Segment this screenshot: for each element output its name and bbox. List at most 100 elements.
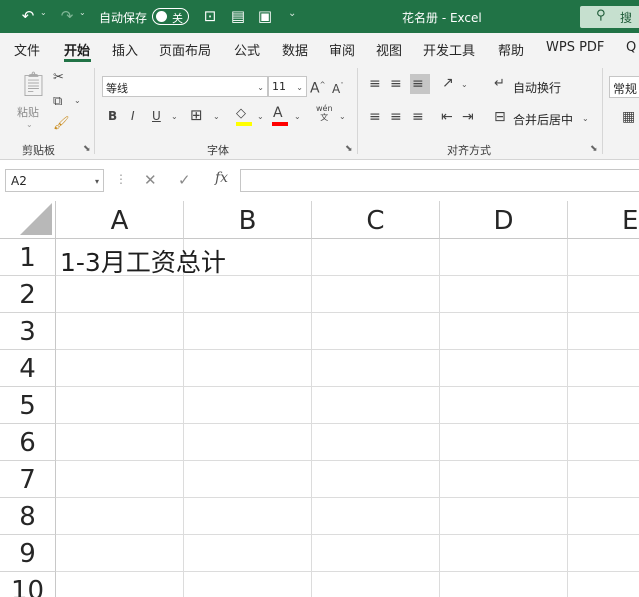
paste-label[interactable]: 粘贴 bbox=[17, 104, 39, 120]
cell-a1[interactable]: 1-3月工资总计 bbox=[60, 243, 226, 279]
align-middle-icon[interactable]: ≡ bbox=[390, 76, 402, 92]
alignment-launcher-icon[interactable]: ⬊ bbox=[590, 144, 598, 154]
font-size-combo[interactable]: 11 ⌄ bbox=[268, 76, 307, 97]
paste-icon[interactable]: 📋︎ bbox=[18, 70, 48, 98]
italic-button[interactable]: I bbox=[131, 108, 135, 124]
gridline bbox=[439, 239, 440, 597]
phonetic-dropdown-icon[interactable]: ⌄ bbox=[339, 112, 346, 121]
tab-file[interactable]: 文件 bbox=[14, 40, 40, 59]
increase-font-icon[interactable]: A^ bbox=[310, 77, 325, 97]
autosave-toggle[interactable]: 关 bbox=[152, 8, 189, 25]
fill-color-icon[interactable]: ◇ bbox=[236, 106, 246, 122]
decrease-indent-icon[interactable]: ⇤ bbox=[441, 109, 453, 125]
merge-dropdown-icon[interactable]: ⌄ bbox=[582, 114, 589, 123]
column-header-e[interactable]: E bbox=[568, 201, 639, 239]
column-header-a[interactable]: A bbox=[56, 201, 184, 239]
phonetic-text: wén bbox=[316, 104, 333, 113]
row-header-1[interactable]: 1 bbox=[0, 239, 56, 276]
currency-icon[interactable]: ▦ bbox=[622, 109, 635, 125]
row-header-7[interactable]: 7 bbox=[0, 461, 56, 498]
formula-bar: A2 ▾ ⋮ ✕ ✓ fx bbox=[0, 160, 639, 201]
cut-icon[interactable]: ✂ bbox=[53, 70, 64, 86]
autosave-state: 关 bbox=[172, 12, 183, 25]
redo-icon[interactable]: ↷ bbox=[57, 6, 77, 26]
wrap-text-icon[interactable]: ↵ bbox=[494, 76, 505, 92]
bold-button[interactable]: B bbox=[108, 108, 117, 124]
underline-dropdown-icon[interactable]: ⌄ bbox=[171, 112, 178, 121]
number-format-combo[interactable]: 常规 bbox=[609, 76, 639, 98]
tab-more[interactable]: Q bbox=[626, 40, 636, 55]
chevron-down-icon: ⌄ bbox=[257, 83, 264, 92]
fill-color-dropdown-icon[interactable]: ⌄ bbox=[257, 112, 264, 121]
number-format-value: 常规 bbox=[613, 82, 638, 96]
redo-dropdown-icon[interactable]: ⌄ bbox=[79, 8, 86, 17]
merge-center-icon[interactable]: ⊟ bbox=[494, 109, 506, 125]
enter-icon[interactable]: ✓ bbox=[178, 171, 191, 189]
group-separator bbox=[602, 68, 603, 154]
fill-color-swatch bbox=[236, 122, 252, 126]
formula-bar-grip-icon[interactable]: ⋮ bbox=[115, 172, 127, 186]
paste-dropdown-icon[interactable]: ⌄ bbox=[26, 120, 33, 129]
group-separator bbox=[357, 68, 358, 154]
save-icon[interactable]: ▣ bbox=[255, 6, 275, 26]
row-header-10[interactable]: 10 bbox=[0, 572, 56, 597]
tab-data[interactable]: 数据 bbox=[282, 40, 308, 59]
align-top-icon[interactable]: ≡ bbox=[369, 76, 381, 92]
cancel-icon[interactable]: ✕ bbox=[144, 171, 157, 189]
borders-icon[interactable]: ⊞ bbox=[190, 107, 203, 123]
tab-review[interactable]: 审阅 bbox=[329, 40, 355, 59]
font-color-icon[interactable]: A bbox=[273, 105, 283, 121]
align-bottom-icon[interactable]: ≡ bbox=[412, 76, 424, 92]
column-header-d[interactable]: D bbox=[440, 201, 568, 239]
camera-icon[interactable]: ⊡ bbox=[200, 6, 220, 26]
copy-icon[interactable]: ⧉ bbox=[53, 94, 62, 110]
undo-icon[interactable]: ↶ bbox=[18, 6, 38, 26]
name-box[interactable]: A2 ▾ bbox=[5, 169, 104, 192]
row-header-3[interactable]: 3 bbox=[0, 313, 56, 350]
tab-wps-pdf[interactable]: WPS PDF bbox=[546, 40, 604, 55]
tab-page-layout[interactable]: 页面布局 bbox=[159, 40, 211, 59]
column-header-b[interactable]: B bbox=[184, 201, 312, 239]
tab-developer[interactable]: 开发工具 bbox=[423, 40, 475, 59]
decrease-font-icon[interactable]: Aˇ bbox=[332, 78, 344, 97]
ribbon: 📋︎ 粘贴 ⌄ ✂ ⧉ ⌄ 🖌︎ 剪贴板 ⬊ 等线 ⌄ 11 ⌄ A^ Aˇ B… bbox=[0, 62, 639, 160]
tab-formulas[interactable]: 公式 bbox=[234, 40, 260, 59]
column-header-c[interactable]: C bbox=[312, 201, 440, 239]
copy-dropdown-icon[interactable]: ⌄ bbox=[74, 96, 81, 105]
font-launcher-icon[interactable]: ⬊ bbox=[345, 144, 353, 154]
format-painter-icon[interactable]: 🖌︎ bbox=[53, 116, 70, 132]
customize-quick-access-icon[interactable]: ⌄ bbox=[288, 8, 296, 19]
tab-help[interactable]: 帮助 bbox=[498, 40, 524, 59]
select-all-button[interactable] bbox=[0, 201, 56, 239]
font-color-dropdown-icon[interactable]: ⌄ bbox=[294, 112, 301, 121]
tab-view[interactable]: 视图 bbox=[376, 40, 402, 59]
select-all-triangle-icon bbox=[20, 203, 52, 235]
tab-insert[interactable]: 插入 bbox=[112, 40, 138, 59]
borders-dropdown-icon[interactable]: ⌄ bbox=[213, 112, 220, 121]
align-left-icon[interactable]: ≡ bbox=[369, 109, 381, 125]
clipboard-launcher-icon[interactable]: ⬊ bbox=[83, 144, 91, 154]
undo-dropdown-icon[interactable]: ⌄ bbox=[40, 8, 47, 17]
underline-button[interactable]: U bbox=[152, 108, 161, 124]
orientation-icon[interactable]: ↗ bbox=[442, 75, 454, 91]
row-header-5[interactable]: 5 bbox=[0, 387, 56, 424]
orientation-dropdown-icon[interactable]: ⌄ bbox=[461, 80, 468, 89]
row-header-2[interactable]: 2 bbox=[0, 276, 56, 313]
align-center-icon[interactable]: ≡ bbox=[390, 109, 402, 125]
merge-center-button[interactable]: 合并后居中 bbox=[513, 111, 573, 128]
phonetic-icon[interactable]: wén 文 bbox=[316, 104, 333, 122]
row-header-8[interactable]: 8 bbox=[0, 498, 56, 535]
increase-indent-icon[interactable]: ⇥ bbox=[462, 109, 474, 125]
search-box[interactable]: ⚲ 搜 bbox=[580, 6, 639, 28]
tab-home[interactable]: 开始 bbox=[64, 40, 90, 59]
font-name-combo[interactable]: 等线 ⌄ bbox=[102, 76, 268, 97]
row-header-9[interactable]: 9 bbox=[0, 535, 56, 572]
row-header-6[interactable]: 6 bbox=[0, 424, 56, 461]
formula-input[interactable] bbox=[240, 169, 639, 192]
insert-function-button[interactable]: fx bbox=[215, 170, 228, 186]
wrap-text-button[interactable]: 自动换行 bbox=[513, 79, 561, 96]
spreadsheet-grid: A B C D E 1 2 3 4 5 6 7 8 9 10 1-3月工资总计 bbox=[0, 201, 639, 597]
row-header-4[interactable]: 4 bbox=[0, 350, 56, 387]
align-right-icon[interactable]: ≡ bbox=[412, 109, 424, 125]
print-preview-icon[interactable]: ▤ bbox=[228, 6, 248, 26]
